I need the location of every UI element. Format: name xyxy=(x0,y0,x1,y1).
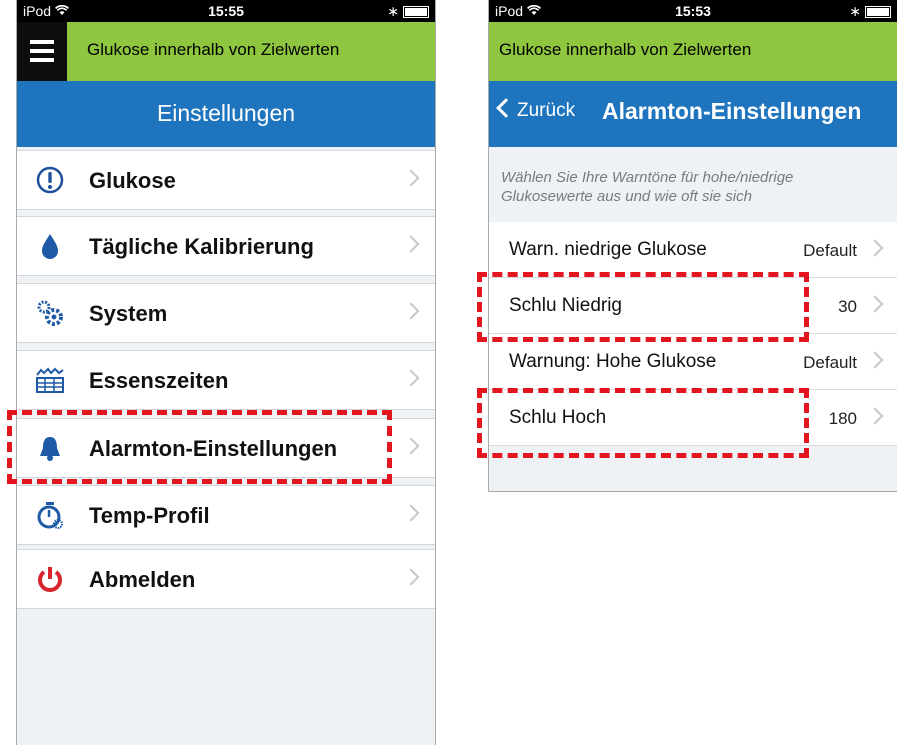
chevron-right-icon xyxy=(866,295,884,313)
drop-icon xyxy=(42,234,58,259)
menu-item-label: Essenszeiten xyxy=(89,368,229,393)
alert-circle-icon xyxy=(36,166,64,194)
gears-icon xyxy=(37,300,63,326)
banner-text: Glukose innerhalb von Zielwerten xyxy=(499,40,752,59)
chevron-right-icon xyxy=(402,369,420,387)
menu-item-label: Tägliche Kalibrierung xyxy=(89,234,314,259)
setting-value: 30 xyxy=(838,297,857,316)
menu-item-label: Abmelden xyxy=(89,567,196,592)
chevron-right-icon xyxy=(402,437,420,455)
page-title: Einstellungen xyxy=(156,100,296,126)
chevron-right-icon xyxy=(866,351,884,369)
stopwatch-icon xyxy=(37,502,63,529)
chevron-right-icon xyxy=(402,568,420,586)
status-time: 15:53 xyxy=(675,3,711,19)
setting-label: Warnung: Hohe Glukose xyxy=(509,351,717,372)
menu-item-label: Glukose xyxy=(89,168,176,193)
setting-row-high-warning[interactable]: Warnung: Hohe Glukose Default xyxy=(489,334,897,390)
chevron-right-icon xyxy=(866,239,884,257)
setting-row-low-warning[interactable]: Warn. niedrige Glukose Default xyxy=(489,222,897,278)
power-icon xyxy=(38,567,62,592)
glucose-status-banner: Glukose innerhalb von Zielwerten xyxy=(489,22,897,81)
chevron-left-icon xyxy=(496,98,516,118)
menu-item-calibration[interactable]: Tägliche Kalibrierung xyxy=(17,216,435,276)
menu-item-label: Temp-Profil xyxy=(89,503,210,528)
highlight-high-threshold xyxy=(477,388,809,458)
status-bar: iPod 15:53 ∗ xyxy=(489,0,897,22)
left-screen: iPod 15:55 ∗ Glukose innerhalb von Zielw… xyxy=(16,0,436,745)
menu-item-label: System xyxy=(89,301,168,326)
battery-icon xyxy=(403,6,429,19)
banner-text: Glukose innerhalb von Zielwerten xyxy=(87,40,340,59)
bluetooth-icon: ∗ xyxy=(849,3,861,19)
setting-label: Warn. niedrige Glukose xyxy=(509,239,707,260)
setting-value: Default xyxy=(803,241,857,260)
glucose-status-banner: Glukose innerhalb von Zielwerten xyxy=(17,22,435,81)
menu-item-glucose[interactable]: Glukose xyxy=(17,150,435,210)
menu-item-meal-times[interactable]: Essenszeiten xyxy=(17,350,435,410)
back-label: Zurück xyxy=(517,100,576,121)
chevron-right-icon xyxy=(402,169,420,187)
chevron-right-icon xyxy=(402,302,420,320)
page-title: Alarmton-Einstellungen xyxy=(602,98,862,124)
menu-item-system[interactable]: System xyxy=(17,283,435,343)
setting-value: Default xyxy=(803,353,857,372)
nav-bar: Einstellungen xyxy=(17,81,435,147)
highlight-alarm-settings xyxy=(7,410,392,484)
chevron-right-icon xyxy=(866,407,884,425)
chevron-right-icon xyxy=(402,235,420,253)
highlight-low-threshold xyxy=(477,272,809,342)
status-bar: iPod 15:55 ∗ xyxy=(17,0,435,22)
nav-bar: Zurück Alarmton-Einstellungen xyxy=(489,81,897,147)
menu-item-temp-profile[interactable]: Temp-Profil xyxy=(17,485,435,545)
chevron-right-icon xyxy=(402,504,420,522)
menu-item-logout[interactable]: Abmelden xyxy=(17,549,435,609)
setting-value: 180 xyxy=(828,409,857,428)
hamburger-menu-icon[interactable] xyxy=(17,22,67,81)
status-time: 15:55 xyxy=(208,3,244,19)
instruction-text: Wählen Sie Ihre Warntöne für hohe/niedri… xyxy=(501,169,794,205)
back-button[interactable]: Zurück xyxy=(496,98,576,122)
bluetooth-icon: ∗ xyxy=(387,3,399,19)
battery-icon xyxy=(865,6,891,19)
meal-chart-icon xyxy=(36,367,64,393)
